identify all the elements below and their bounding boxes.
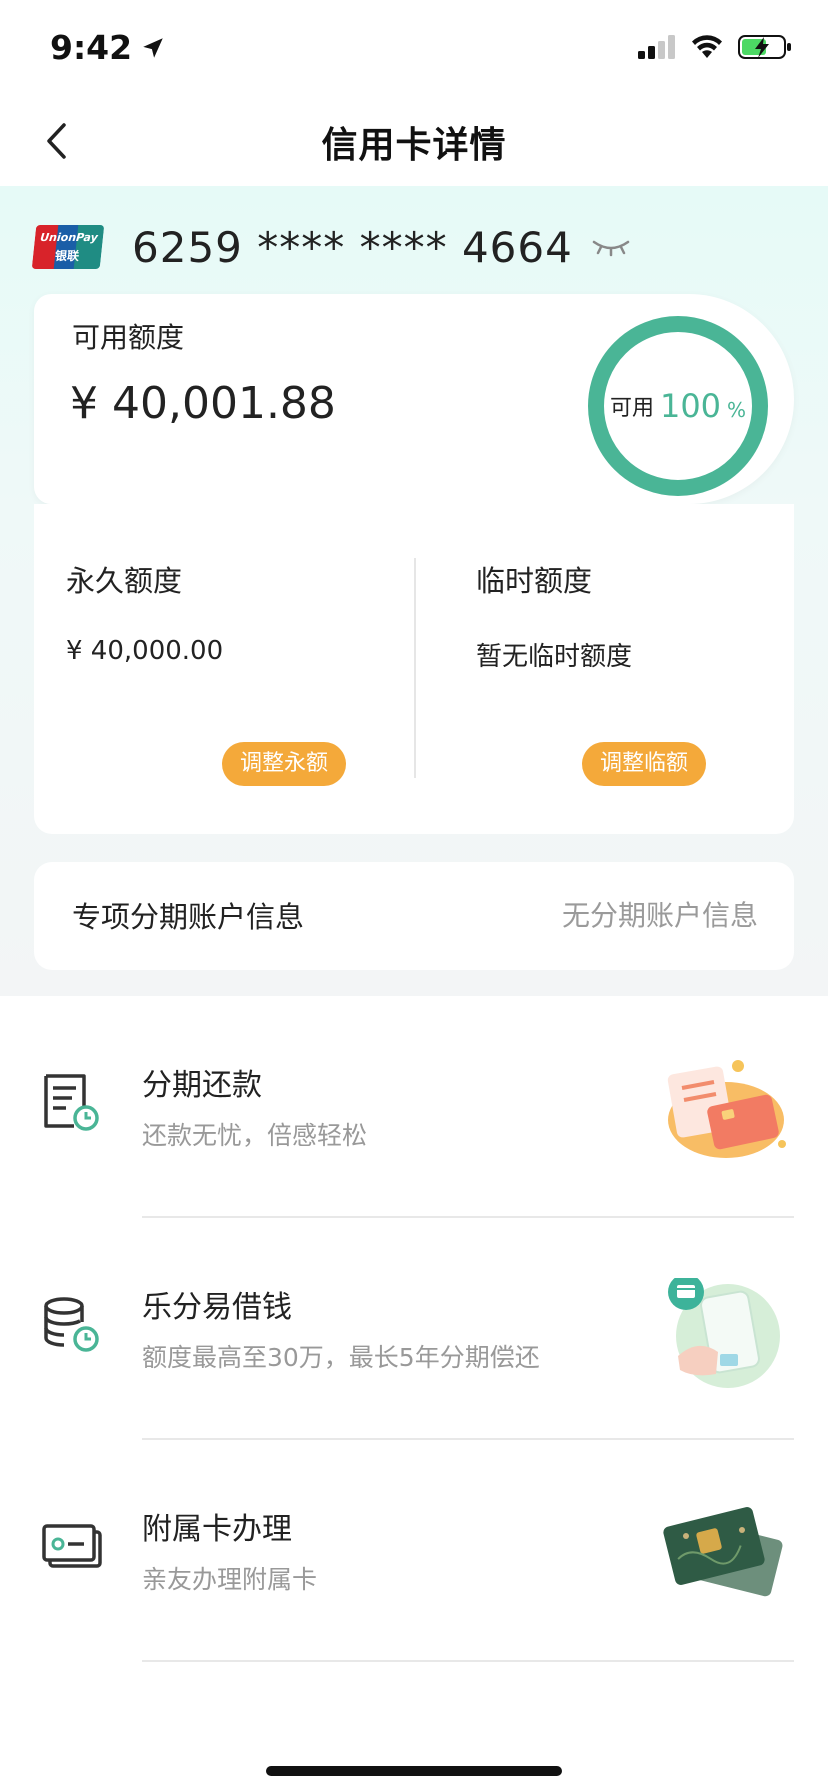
status-indicators: [638, 34, 792, 60]
services-list: 分期还款 还款无忧，倍感轻松 乐分易借钱 额度最高至30万，最长5年分期偿还 附…: [0, 996, 828, 1750]
ring-value: 100: [659, 387, 722, 425]
available-credit-label: 可用额度: [72, 321, 185, 354]
limits-card: 永久额度 ¥ 40,000.00 调整永额 临时额度 暂无临时额度 调整临额: [34, 504, 794, 834]
list-item-installment-repayment[interactable]: 分期还款 还款无忧，倍感轻松: [0, 996, 828, 1218]
unionpay-logo-text: UnionPay: [39, 231, 99, 244]
list-item-subtitle: 还款无忧，倍感轻松: [142, 1121, 368, 1150]
card-number-row: UnionPay 银联 6259 **** **** 4664: [31, 212, 631, 282]
wifi-icon: [692, 35, 722, 58]
bill-card-illustration: [667, 1060, 786, 1158]
available-credit-amount: ¥ 40,001.88: [70, 378, 336, 429]
home-bar-area: [0, 1750, 828, 1792]
status-time: 9:42: [50, 28, 166, 67]
phone-loan-illustration: [668, 1278, 780, 1388]
temporary-limit-value: 暂无临时额度: [476, 642, 633, 672]
battery-charging-icon: [738, 35, 791, 59]
card-icon: [42, 1524, 102, 1568]
status-time-text: 9:42: [50, 28, 133, 67]
cellular-signal-icon: [638, 35, 675, 59]
permanent-limit-value: ¥ 40,000.00: [66, 636, 224, 666]
credit-cards-illustration: [663, 1507, 783, 1597]
list-item-subtitle: 额度最高至30万，最长5年分期偿还: [142, 1343, 540, 1372]
installment-account-value: 无分期账户信息: [561, 899, 758, 932]
list-item-title: 分期还款: [142, 1068, 262, 1103]
temporary-limit-title: 临时额度: [476, 564, 593, 598]
list-item-title: 乐分易借钱: [142, 1290, 292, 1325]
installment-account-row[interactable]: 专项分期账户信息 无分期账户信息: [34, 862, 794, 970]
card-summary-area: UnionPay 银联 6259 **** **** 4664 可用额度 ¥ 4…: [0, 186, 828, 996]
available-credit-card: 可用额度 ¥ 40,001.88 可用 100 %: [34, 294, 794, 504]
ring-unit: %: [727, 398, 747, 422]
permanent-limit-title: 永久额度: [66, 564, 183, 598]
available-percent-ring: 可用 100 %: [588, 316, 768, 496]
unionpay-logo-text-cn: 银联: [54, 249, 80, 263]
coins-clock-icon: [44, 1297, 99, 1352]
home-indicator[interactable]: [266, 1766, 562, 1776]
eye-closed-icon[interactable]: [591, 236, 631, 258]
list-item-supplementary-card[interactable]: 附属卡办理 亲友办理附属卡: [0, 1440, 828, 1662]
bill-clock-icon: [44, 1074, 99, 1131]
temporary-limit: 临时额度 暂无临时额度 调整临额: [414, 504, 794, 834]
list-item-title: 附属卡办理: [142, 1512, 292, 1547]
adjust-permanent-limit-button[interactable]: 调整永额: [222, 742, 347, 786]
status-bar: 9:42: [0, 0, 828, 96]
nav-bar: 信用卡详情: [0, 96, 828, 186]
list-item-lefenyi-loan[interactable]: 乐分易借钱 额度最高至30万，最长5年分期偿还: [0, 1218, 828, 1440]
unionpay-logo: UnionPay 银联: [31, 225, 105, 269]
location-arrow-icon: [143, 37, 163, 58]
ring-label: 可用: [609, 396, 654, 421]
list-item-subtitle: 亲友办理附属卡: [142, 1565, 318, 1594]
card-number: 6259 **** **** 4664: [132, 222, 573, 272]
installment-account-title: 专项分期账户信息: [72, 900, 305, 934]
permanent-limit: 永久额度 ¥ 40,000.00 调整永额: [34, 504, 414, 834]
page-title: 信用卡详情: [321, 125, 507, 166]
adjust-temporary-limit-button[interactable]: 调整临额: [582, 742, 707, 786]
list-divider: [142, 1660, 794, 1662]
